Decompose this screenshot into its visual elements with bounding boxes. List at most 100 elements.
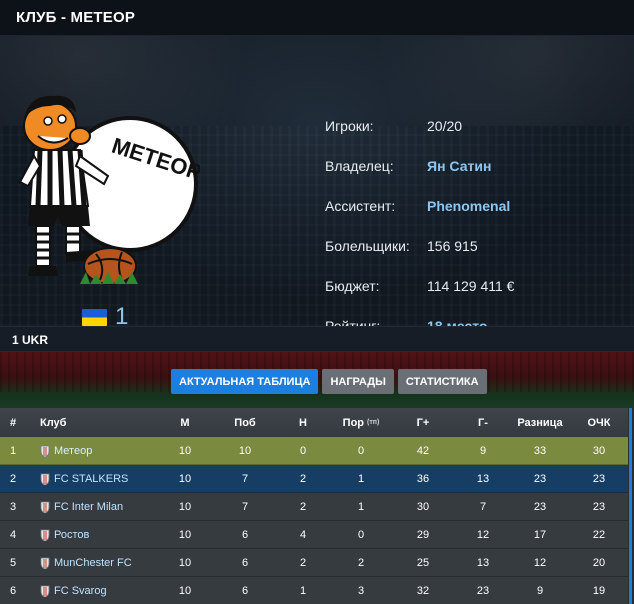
header-goal-difference[interactable]: Разница (510, 408, 570, 437)
club-name-link[interactable]: Метеор (54, 445, 92, 457)
row-goals-for: 29 (416, 529, 430, 541)
info-row-fans: Болельщики: 156 915 (325, 236, 615, 256)
info-row-players: Игроки: 20/20 (325, 116, 615, 136)
row-matches: 10 (178, 585, 192, 597)
row-wins: 6 (241, 529, 249, 541)
table-row[interactable]: 4 10 6 4 0 29 12 17 22 Ростов (0, 521, 628, 549)
row-goal-difference: 23 (533, 473, 547, 485)
club-crest-icon (40, 529, 50, 541)
row-club: FC Inter Milan (40, 493, 170, 521)
info-label: Игроки: (325, 118, 374, 134)
ukraine-flag-icon (82, 308, 107, 326)
row-losses: 1 (357, 473, 365, 485)
club-name-link[interactable]: FC Svarog (54, 585, 107, 597)
info-row-budget: Бюджет: 114 129 411 € (325, 276, 615, 296)
row-club: Метеор (40, 437, 170, 465)
info-value: 20/20 (427, 118, 463, 134)
row-goals-for: 42 (416, 445, 430, 457)
table-scrollbar[interactable] (628, 408, 634, 604)
row-draws: 2 (299, 557, 307, 569)
info-row-assistant: Ассистент: Phenomenal (325, 196, 615, 216)
table-header: # Клуб М Поб Н Пор (тп) Г+ Г- Разница ОЧК (0, 408, 634, 437)
page-header: КЛУБ - МЕТЕОР (0, 0, 634, 36)
row-goal-difference: 12 (533, 557, 547, 569)
header-losses[interactable]: Пор (тп) (336, 408, 386, 437)
club-name-link[interactable]: MunChester FC (54, 557, 132, 569)
row-matches: 10 (178, 501, 192, 513)
tab-awards[interactable]: НАГРАДЫ (322, 369, 394, 394)
owner-link[interactable]: Ян Сатин (427, 158, 491, 174)
info-label: Рейтинг: (325, 318, 381, 326)
info-row-owner: Владелец: Ян Сатин (325, 156, 615, 176)
row-losses: 0 (357, 529, 365, 541)
row-goals-against: 13 (476, 557, 490, 569)
row-goal-difference: 23 (533, 501, 547, 513)
row-points: 23 (592, 501, 606, 513)
row-club: Ростов (40, 521, 170, 549)
club-name-link[interactable]: Ростов (54, 529, 89, 541)
row-goal-difference: 33 (533, 445, 547, 457)
row-goals-for: 25 (416, 557, 430, 569)
row-wins: 6 (241, 557, 249, 569)
table-row[interactable]: 6 10 6 1 3 32 23 9 19 FC Svarog (0, 577, 628, 604)
table-row[interactable]: 1 10 10 0 0 42 9 33 30 Метеор (0, 437, 628, 465)
info-label: Ассистент: (325, 198, 396, 214)
table-row[interactable]: 5 10 6 2 2 25 13 12 20 MunChester FC (0, 549, 628, 577)
league-strip: 1 UKR (0, 326, 634, 352)
tab-current-table[interactable]: АКТУАЛЬНАЯ ТАБЛИЦА (171, 369, 319, 394)
club-name-link[interactable]: FC Inter Milan (54, 501, 123, 513)
row-goals-against: 9 (479, 445, 487, 457)
row-goals-against: 12 (476, 529, 490, 541)
header-draws[interactable]: Н (290, 408, 316, 437)
row-draws: 4 (299, 529, 307, 541)
row-points: 22 (592, 529, 606, 541)
stadium-banner: АКТУАЛЬНАЯ ТАБЛИЦА НАГРАДЫ СТАТИСТИКА (0, 352, 634, 408)
header-wins[interactable]: Поб (228, 408, 262, 437)
header-num[interactable]: # (10, 408, 28, 437)
header-club[interactable]: Клуб (40, 408, 170, 437)
info-value: 114 129 411 € (427, 278, 515, 294)
row-losses: 3 (357, 585, 365, 597)
tab-statistics[interactable]: СТАТИСТИКА (397, 369, 487, 394)
table-row[interactable]: 2 10 7 2 1 36 13 23 23 FC STALKERS (0, 465, 628, 493)
header-matches[interactable]: М (170, 408, 200, 437)
row-losses: 1 (357, 501, 365, 513)
row-position: 1 (10, 445, 17, 457)
club-name-link[interactable]: FC STALKERS (54, 473, 128, 485)
club-crest-icon (40, 473, 50, 485)
row-draws: 0 (299, 445, 307, 457)
row-club: FC Svarog (40, 577, 170, 604)
club-crest-icon (40, 557, 50, 569)
row-matches: 10 (178, 557, 192, 569)
info-row-rating: Рейтинг: 18 место (325, 316, 615, 326)
header-goals-for[interactable]: Г+ (408, 408, 438, 437)
scrollbar-thumb[interactable] (629, 408, 632, 604)
row-wins: 7 (241, 501, 249, 513)
club-crest-icon (40, 501, 50, 513)
row-position: 5 (10, 557, 17, 569)
country-rank-number: 1 (115, 303, 129, 327)
info-label: Бюджет: (325, 278, 380, 294)
table-tabs: АКТУАЛЬНАЯ ТАБЛИЦА НАГРАДЫ СТАТИСТИКА (171, 369, 487, 394)
row-points: 19 (592, 585, 606, 597)
row-goals-for: 32 (416, 585, 430, 597)
header-losses-note: (тп) (367, 419, 380, 426)
row-draws: 1 (299, 585, 307, 597)
header-goals-against[interactable]: Г- (468, 408, 498, 437)
row-points: 30 (592, 445, 606, 457)
club-logo: МЕТЕОР (10, 66, 200, 288)
assistant-link[interactable]: Phenomenal (427, 198, 510, 214)
table-row[interactable]: 3 10 7 2 1 30 7 23 23 FC Inter Milan (0, 493, 628, 521)
info-label: Болельщики: (325, 238, 410, 254)
club-country-rank: 1 (82, 303, 129, 327)
club-crest-icon (40, 585, 50, 597)
info-label: Владелец: (325, 158, 394, 174)
row-matches: 10 (178, 529, 192, 541)
rating-link[interactable]: 18 место (427, 318, 487, 326)
club-crest-icon (40, 445, 50, 457)
header-points[interactable]: ОЧК (570, 408, 628, 437)
row-matches: 10 (178, 445, 192, 457)
row-club: FC STALKERS (40, 465, 170, 493)
club-info-panel: МЕТЕОР 1 Игроки: 20/20 Владелец: Ян Сати… (0, 36, 634, 326)
row-goal-difference: 9 (536, 585, 544, 597)
